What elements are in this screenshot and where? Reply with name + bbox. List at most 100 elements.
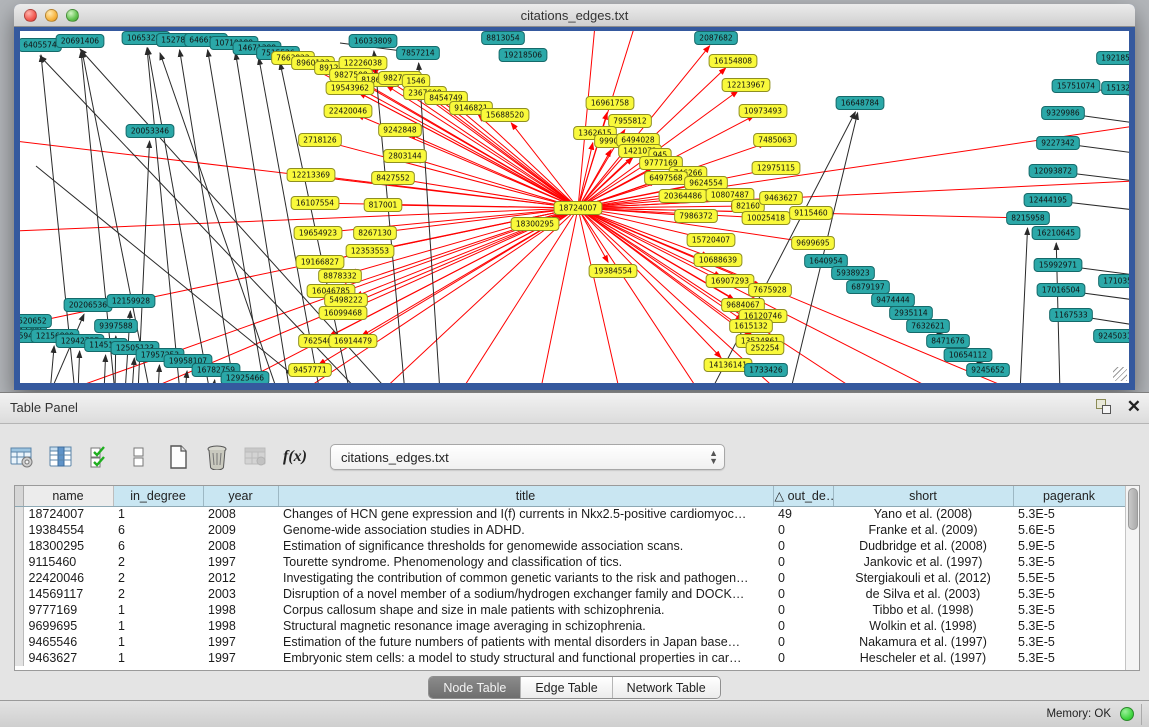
network-node[interactable]: 16210645	[1032, 227, 1080, 240]
cell-in_degree[interactable]: 2	[113, 586, 203, 602]
network-node[interactable]: 16154808	[709, 55, 757, 68]
cell-year[interactable]: 1997	[203, 634, 278, 650]
network-node[interactable]: 16099468	[319, 307, 367, 320]
cell-year[interactable]: 2003	[203, 586, 278, 602]
table-row[interactable]: 1830029562008Estimation of significance …	[15, 538, 1125, 554]
delete-table-button[interactable]	[239, 441, 273, 473]
cell-name[interactable]: 18300295	[23, 538, 113, 554]
cell-in_degree[interactable]: 1	[113, 650, 203, 666]
cell-short[interactable]: Yano et al. (2008)	[833, 506, 1013, 522]
table-scrollbar-thumb[interactable]	[1128, 488, 1138, 530]
cell-out_degree[interactable]: 0	[773, 602, 833, 618]
network-node[interactable]: 16107554	[291, 197, 339, 210]
table-row[interactable]: 946362711997Embryonic stem cells: a mode…	[15, 650, 1125, 666]
table-mode-button[interactable]	[5, 441, 39, 473]
network-node[interactable]: 16648784	[836, 97, 884, 110]
network-node[interactable]: 12925466	[221, 372, 269, 384]
cell-name[interactable]: 9115460	[23, 554, 113, 570]
network-node[interactable]: 252254	[746, 342, 784, 355]
network-node[interactable]: 1640954	[805, 255, 848, 268]
cell-title[interactable]: Investigating the contribution of common…	[278, 570, 773, 586]
table-row[interactable]: 911546021997Tourette syndrome. Phenomeno…	[15, 554, 1125, 570]
network-node[interactable]: 12226038	[339, 57, 387, 70]
tab-network-table[interactable]: Network Table	[613, 677, 720, 698]
network-graph[interactable]: 6405574206914061065328715278026466160107…	[20, 31, 1129, 383]
cell-name[interactable]: 19384554	[23, 522, 113, 538]
cell-in_degree[interactable]: 1	[113, 634, 203, 650]
network-node[interactable]: 16914479	[329, 335, 377, 348]
cell-out_degree[interactable]: 49	[773, 506, 833, 522]
network-node[interactable]: 12213967	[722, 79, 770, 92]
network-node[interactable]: 19654923	[294, 227, 342, 240]
network-node[interactable]: 19384554	[589, 265, 637, 278]
table-scrollbar[interactable]	[1125, 486, 1139, 670]
column-header-pagerank[interactable]: pagerank	[1013, 486, 1125, 506]
network-node[interactable]: 18724007	[554, 202, 602, 215]
network-node[interactable]: 10973493	[739, 105, 787, 118]
cell-title[interactable]: Structural magnetic resonance image aver…	[278, 618, 773, 634]
tab-node-table[interactable]: Node Table	[429, 677, 521, 698]
network-node[interactable]: 15992971	[1034, 259, 1082, 272]
cell-pagerank[interactable]: 5.3E-5	[1013, 506, 1125, 522]
cell-pagerank[interactable]: 5.3E-5	[1013, 618, 1125, 634]
network-node[interactable]: 5498222	[325, 294, 368, 307]
cell-year[interactable]: 1997	[203, 554, 278, 570]
cell-out_degree[interactable]: 0	[773, 554, 833, 570]
cell-title[interactable]: Changes of HCN gene expression and I(f) …	[278, 506, 773, 522]
network-node[interactable]: 8471676	[927, 335, 970, 348]
cell-out_degree[interactable]: 0	[773, 618, 833, 634]
network-canvas[interactable]: 6405574206914061065328715278026466160107…	[20, 31, 1129, 383]
network-node[interactable]: 15688520	[481, 109, 529, 122]
network-node[interactable]: 16033809	[349, 35, 397, 48]
network-node[interactable]: 17016504	[1037, 284, 1085, 297]
network-node[interactable]: 1513245	[1102, 82, 1129, 95]
cell-pagerank[interactable]: 5.9E-5	[1013, 538, 1125, 554]
cell-pagerank[interactable]: 5.3E-5	[1013, 650, 1125, 666]
cell-out_degree[interactable]: 0	[773, 586, 833, 602]
cell-pagerank[interactable]: 5.3E-5	[1013, 586, 1125, 602]
window-titlebar[interactable]: citations_edges.txt	[14, 4, 1135, 27]
network-node[interactable]: 18300295	[511, 218, 559, 231]
function-builder-button[interactable]: f(x)	[278, 441, 312, 473]
cell-short[interactable]: Stergiakouli et al. (2012)	[833, 570, 1013, 586]
network-node[interactable]: 1921850	[1097, 52, 1129, 65]
network-node[interactable]: 6879197	[847, 281, 890, 294]
network-node[interactable]: 15720407	[687, 234, 735, 247]
network-node[interactable]: 8427552	[372, 172, 415, 185]
cell-in_degree[interactable]: 6	[113, 538, 203, 554]
network-node[interactable]: 1167533	[1050, 309, 1093, 322]
close-panel-icon[interactable]: ✕	[1127, 398, 1141, 416]
table-selector-dropdown[interactable]: citations_edges.txt ▲▼	[330, 444, 725, 470]
cell-year[interactable]: 1998	[203, 618, 278, 634]
network-node[interactable]: 12093872	[1029, 165, 1077, 178]
cell-short[interactable]: Wolkin et al. (1998)	[833, 618, 1013, 634]
cell-title[interactable]: Corpus callosum shape and size in male p…	[278, 602, 773, 618]
column-header-short[interactable]: short	[833, 486, 1013, 506]
cell-short[interactable]: Jankovic et al. (1997)	[833, 554, 1013, 570]
network-node[interactable]: 817001	[364, 199, 402, 212]
table-row[interactable]: 2242004622012Investigating the contribut…	[15, 570, 1125, 586]
float-panel-icon[interactable]	[1095, 398, 1113, 416]
network-node[interactable]: 8813054	[482, 32, 525, 45]
network-node[interactable]: 8878332	[319, 270, 362, 283]
cell-in_degree[interactable]: 6	[113, 522, 203, 538]
cell-pagerank[interactable]: 5.3E-5	[1013, 634, 1125, 650]
network-node[interactable]: 9699695	[792, 237, 835, 250]
cell-year[interactable]: 1998	[203, 602, 278, 618]
cell-title[interactable]: Genome-wide association studies in ADHD.	[278, 522, 773, 538]
cell-name[interactable]: 9699695	[23, 618, 113, 634]
network-node[interactable]: 2718126	[299, 134, 342, 147]
network-node[interactable]: 9242848	[379, 124, 422, 137]
cell-out_degree[interactable]: 0	[773, 538, 833, 554]
network-node[interactable]: 9115460	[790, 207, 833, 220]
network-node[interactable]: 15751074	[1052, 80, 1100, 93]
column-header-name[interactable]: name	[23, 486, 113, 506]
network-node[interactable]: 2087682	[695, 32, 738, 45]
network-node[interactable]: 2935114	[890, 307, 933, 320]
show-column-button[interactable]	[44, 441, 78, 473]
network-node[interactable]: 8267130	[354, 227, 397, 240]
table-row[interactable]: 977716911998Corpus callosum shape and si…	[15, 602, 1125, 618]
cell-in_degree[interactable]: 2	[113, 554, 203, 570]
cell-in_degree[interactable]: 2	[113, 570, 203, 586]
cell-out_degree[interactable]: 0	[773, 522, 833, 538]
